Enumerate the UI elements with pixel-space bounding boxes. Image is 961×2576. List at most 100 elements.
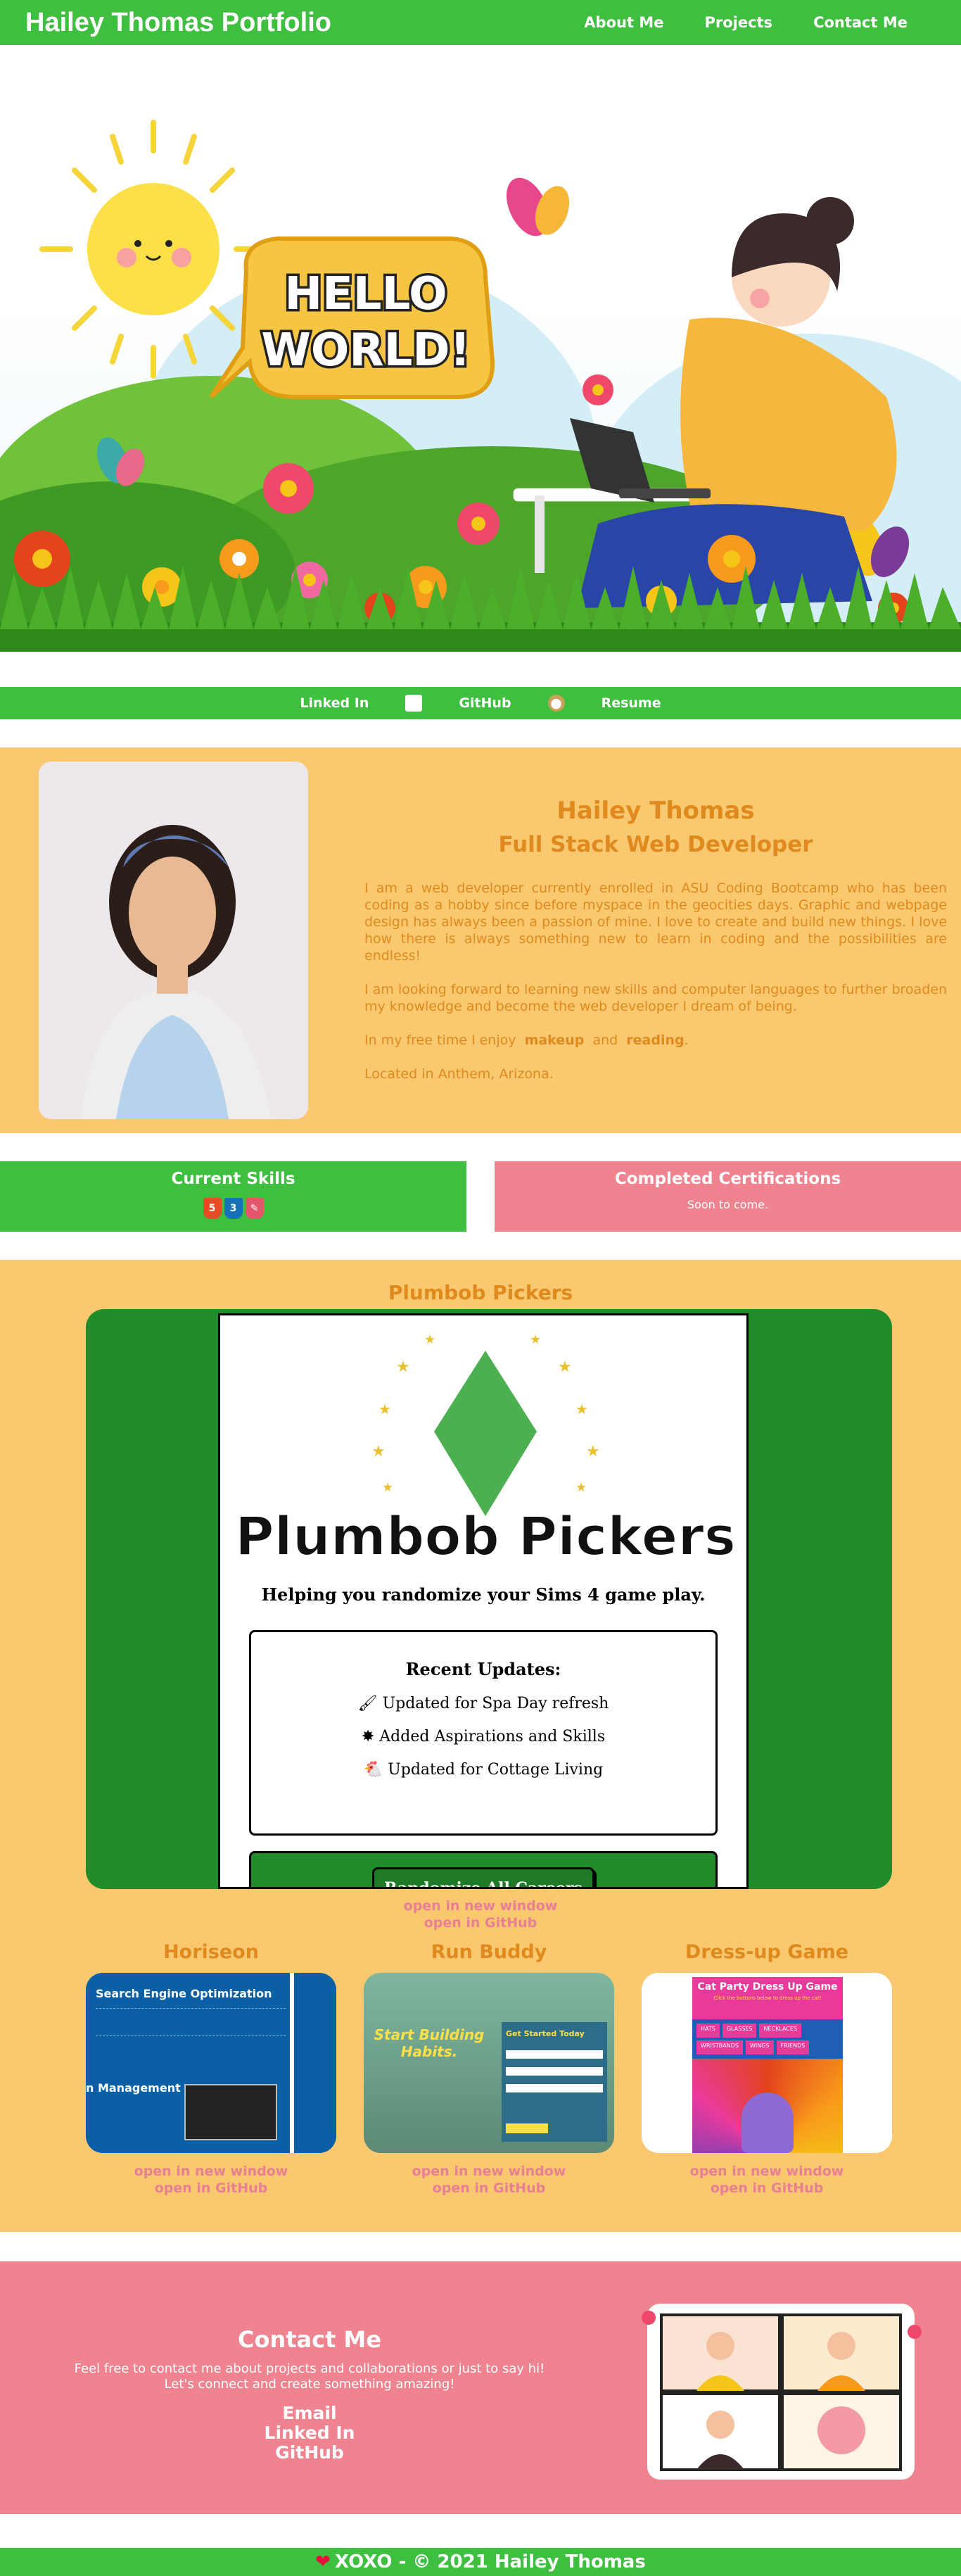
contact-line-2: Let's connect and create something amazi…	[164, 2377, 455, 2392]
email-link[interactable]: Email	[0, 2404, 619, 2423]
javascript-icon: ✎	[245, 1198, 264, 1219]
open-in-github-link[interactable]: open in GitHub	[0, 1914, 961, 1931]
certs-text: Soon to come.	[687, 1198, 769, 1211]
footer-text: XOXO - © 2021 Hailey Thomas	[334, 2551, 646, 2572]
open-in-github-link[interactable]: open in GitHub	[364, 2180, 614, 2197]
update-item: 🖌 Updated for Spa Day refresh	[357, 1695, 609, 1712]
randomize-all-careers-button[interactable]: Randomize All Careers	[372, 1867, 594, 1887]
project-links: open in new window open in GitHub	[364, 2163, 614, 2197]
project-links: open in new window open in GitHub	[86, 2163, 336, 2197]
about-role: Full Stack Web Developer	[498, 832, 813, 857]
skills-certs-row: Current Skills 5 3 ✎ Completed Certifica…	[0, 1161, 961, 1232]
video-call-illustration	[642, 2304, 922, 2480]
about-name: Hailey Thomas	[556, 797, 755, 825]
about-me-section: Hailey Thomas Full Stack Web Developer I…	[0, 747, 961, 1133]
main-nav: About Me Projects Contact Me	[584, 14, 908, 31]
update-item: ✸ Added Aspirations and Skills	[361, 1728, 606, 1745]
open-in-new-window-link[interactable]: open in new window	[364, 2163, 614, 2180]
social-links-bar: Linked In in GitHub ● Resume	[0, 687, 961, 719]
project-title: Run Buddy	[431, 1941, 547, 1963]
project-card-horiseon: Horiseon Search Engine Optimization n Ma…	[86, 1941, 336, 2197]
svg-text:★: ★	[575, 1480, 587, 1495]
svg-text:★: ★	[371, 1443, 386, 1460]
html5-icon: 5	[203, 1198, 222, 1219]
randomize-panel: Randomize All Careers	[249, 1851, 718, 1887]
open-in-github-link[interactable]: open in GitHub	[642, 2180, 892, 2197]
recent-updates-box: Recent Updates: 🖌 Updated for Spa Day re…	[249, 1630, 718, 1836]
about-text: Hailey Thomas Full Stack Web Developer I…	[308, 762, 947, 1119]
footer: ❤ XOXO - © 2021 Hailey Thomas	[0, 2548, 961, 2576]
svg-text:★: ★	[396, 1358, 410, 1376]
svg-text:★: ★	[424, 1332, 435, 1347]
about-paragraph-1: I am a web developer currently enrolled …	[364, 880, 947, 964]
skills-title: Current Skills	[171, 1170, 295, 1188]
skill-badges: 5 3 ✎	[0, 1198, 466, 1219]
linkedin-link[interactable]: Linked In	[300, 695, 369, 711]
css3-icon: 3	[224, 1198, 243, 1219]
nav-projects[interactable]: Projects	[704, 14, 772, 31]
chicken-icon: 🐔	[363, 1761, 383, 1779]
contact-linkedin-link[interactable]: Linked In	[0, 2423, 619, 2443]
hello-world-bubble: HELLO WORLD!	[209, 236, 495, 399]
project-title: Horiseon	[163, 1941, 259, 1963]
about-location: Located in Anthem, Arizona.	[364, 1066, 554, 1082]
current-skills-panel: Current Skills 5 3 ✎	[0, 1161, 466, 1232]
svg-text:★: ★	[558, 1358, 572, 1376]
run-buddy-thumbnail[interactable]: Start Building Habits. Get Started Today	[364, 1973, 614, 2153]
app-tagline: Helping you randomize your Sims 4 game p…	[261, 1584, 706, 1605]
plumbob-logo: ★ ★ ★ ★ ★ ★ ★ ★ ★ ★ Plumbob Pickers	[234, 1332, 737, 1568]
open-in-new-window-link[interactable]: open in new window	[86, 2163, 336, 2180]
featured-project-links: open in new window open in GitHub	[0, 1898, 961, 1931]
project-card-dress-up-game: Dress-up Game Cat Party Dress Up Game Cl…	[642, 1941, 892, 2197]
featured-project-title: Plumbob Pickers	[388, 1281, 573, 1304]
open-in-new-window-link[interactable]: open in new window	[642, 2163, 892, 2180]
svg-text:★: ★	[575, 1401, 588, 1418]
contact-github-link[interactable]: GitHub	[0, 2443, 619, 2463]
contact-text: Contact Me Feel free to contact me about…	[0, 2326, 619, 2463]
contact-section: Contact Me Feel free to contact me about…	[0, 2261, 961, 2514]
paintbrush-icon: 🖌	[357, 1695, 378, 1712]
svg-text:★: ★	[378, 1401, 391, 1418]
svg-text:HELLO: HELLO	[285, 268, 447, 320]
profile-photo	[39, 762, 308, 1119]
featured-project-frame: ★ ★ ★ ★ ★ ★ ★ ★ ★ ★ Plumbob Pickers Helping y…	[86, 1309, 892, 1889]
nav-about-me[interactable]: About Me	[584, 14, 663, 31]
svg-text:★: ★	[586, 1443, 600, 1460]
resume-link[interactable]: Resume	[602, 695, 661, 711]
hero-illustration: HELLO WORLD!	[0, 66, 961, 652]
horiseon-thumbnail[interactable]: Search Engine Optimization n Management	[86, 1973, 336, 2153]
github-octocat-icon[interactable]: ●	[547, 695, 565, 712]
open-in-github-link[interactable]: open in GitHub	[86, 2180, 336, 2197]
updates-title: Recent Updates:	[405, 1659, 561, 1679]
hero-scene-svg: HELLO WORLD!	[0, 120, 961, 652]
project-links: open in new window open in GitHub	[642, 2163, 892, 2197]
nav-contact-me[interactable]: Contact Me	[813, 14, 908, 31]
top-nav-bar: Hailey Thomas Portfolio About Me Project…	[0, 0, 961, 45]
svg-text:★: ★	[530, 1332, 541, 1347]
project-card-run-buddy: Run Buddy Start Building Habits. Get Sta…	[364, 1941, 614, 2197]
certs-title: Completed Certifications	[614, 1170, 841, 1188]
project-cards: Horiseon Search Engine Optimization n Ma…	[86, 1941, 892, 2197]
butterfly-icon-pink	[506, 177, 570, 236]
linkedin-icon[interactable]: in	[405, 695, 423, 712]
project-title: Dress-up Game	[685, 1941, 849, 1963]
site-title[interactable]: Hailey Thomas Portfolio	[25, 8, 331, 38]
heart-icon: ❤	[315, 2551, 331, 2572]
contact-title: Contact Me	[237, 2326, 382, 2353]
open-in-new-window-link[interactable]: open in new window	[0, 1898, 961, 1914]
svg-text:Plumbob Pickers: Plumbob Pickers	[235, 1505, 736, 1567]
svg-text:★: ★	[382, 1480, 393, 1495]
contact-line-1: Feel free to contact me about projects a…	[74, 2361, 545, 2376]
hobby-makeup: makeup	[524, 1033, 585, 1048]
svg-text:WORLD!: WORLD!	[261, 324, 470, 377]
hobby-reading: reading	[626, 1033, 685, 1048]
about-paragraph-3: In my free time I enjoy makeup and readi…	[364, 1033, 689, 1048]
plumbob-app-preview[interactable]: ★ ★ ★ ★ ★ ★ ★ ★ ★ ★ Plumbob Pickers Helping y…	[218, 1313, 749, 1889]
projects-section: Plumbob Pickers ★ ★ ★ ★ ★ ★ ★ ★ ★ ★ Plumbob P…	[0, 1260, 961, 2232]
sparkle-icon: ✸	[361, 1728, 375, 1745]
certifications-panel: Completed Certifications Soon to come.	[495, 1161, 961, 1232]
about-paragraph-2: I am looking forward to learning new ski…	[364, 982, 947, 1014]
update-item: 🐔 Updated for Cottage Living	[363, 1761, 604, 1779]
dress-up-thumbnail[interactable]: Cat Party Dress Up Game Click the button…	[642, 1973, 892, 2153]
github-link[interactable]: GitHub	[459, 695, 511, 711]
